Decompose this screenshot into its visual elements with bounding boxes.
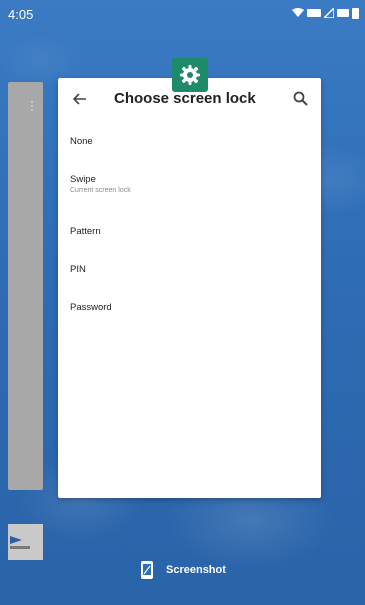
option-label: PIN (70, 264, 86, 275)
signal-icon (324, 8, 334, 18)
screenshot-button[interactable]: Screenshot (140, 560, 226, 580)
settings-app-icon[interactable] (172, 58, 208, 92)
settings-gear-icon (180, 65, 200, 85)
status-icons (292, 7, 359, 19)
option-pin[interactable]: PIN (58, 258, 321, 298)
option-pattern[interactable]: Pattern (58, 218, 321, 258)
option-label: Swipe (70, 174, 96, 185)
option-label: Password (70, 302, 112, 313)
option-label: Pattern (70, 226, 101, 237)
app-thumbnail-icon (8, 524, 43, 560)
search-icon[interactable] (291, 89, 311, 109)
page-title: Choose screen lock (114, 90, 256, 107)
screenshot-label: Screenshot (166, 564, 226, 576)
data-icon (307, 9, 321, 17)
option-swipe[interactable]: Swipe Current screen lock (58, 162, 321, 218)
arrow-left-icon[interactable] (70, 89, 90, 109)
screen-lock-options: None Swipe Current screen lock Pattern P… (58, 124, 321, 338)
battery-icon (352, 8, 359, 19)
more-options-icon: ⋮ (26, 99, 38, 113)
option-label: None (70, 136, 93, 147)
recent-app-card-left[interactable]: ⋮ (8, 82, 43, 560)
option-summary: Current screen lock (70, 187, 131, 194)
wifi-icon (292, 8, 304, 17)
lte-icon (337, 9, 349, 17)
choose-screen-lock-card[interactable]: Choose screen lock None Swipe Current sc… (58, 78, 321, 498)
status-bar: 4:05 (0, 0, 365, 28)
screenshot-phone-icon (141, 561, 153, 579)
option-password[interactable]: Password (58, 298, 321, 338)
option-none[interactable]: None (58, 124, 321, 162)
status-time: 4:05 (8, 7, 34, 22)
